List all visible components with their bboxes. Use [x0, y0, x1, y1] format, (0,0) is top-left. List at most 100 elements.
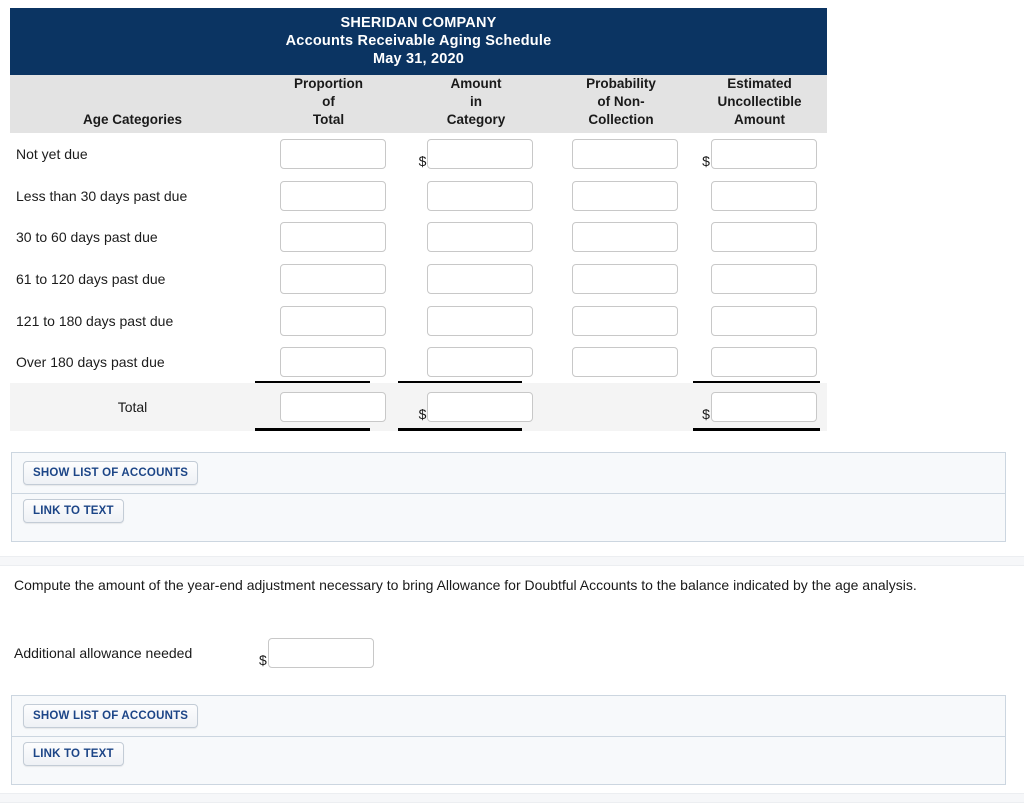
total-cell-proportion: $ [255, 392, 402, 423]
total-input-proportion-of-total[interactable] [279, 392, 386, 423]
cell-proportion-of-total: $ [255, 222, 402, 253]
cell-proportion-of-total: $ [255, 263, 402, 294]
input-proportion-of-total-row-3[interactable] [279, 222, 386, 253]
row-label: Over 180 days past due [16, 354, 165, 371]
cell-amount-in-category: $ [402, 180, 550, 211]
cell-proportion-of-total: $ [255, 180, 402, 211]
question-2-action-panel: SHOW LIST OF ACCOUNTS LINK TO TEXT [11, 695, 1006, 785]
show-list-of-accounts-button-1[interactable]: SHOW LIST OF ACCOUNTS [23, 461, 199, 485]
row-label: 30 to 60 days past due [16, 229, 158, 246]
show-list-of-accounts-button-2[interactable]: SHOW LIST OF ACCOUNTS [23, 704, 199, 728]
cell-estimated-uncollectible-amount: $ [692, 347, 827, 378]
company-name: SHERIDAN COMPANY [340, 15, 497, 31]
dollar-sign: $ [702, 152, 710, 169]
schedule-subtitle: Accounts Receivable Aging Schedule [285, 33, 552, 49]
input-probability-of-non-collection-row-5[interactable] [572, 305, 679, 336]
input-proportion-of-total-row-1[interactable] [279, 138, 386, 169]
cell-amount-in-category: $ [402, 222, 550, 253]
dollar-sign: $ [418, 152, 427, 169]
cell-proportion-of-total: $ [255, 347, 402, 378]
cell-probability-of-non-collection: $ [550, 263, 692, 294]
input-amount-in-category-row-6[interactable] [427, 347, 534, 378]
cell-probability-of-non-collection: $ [550, 180, 692, 211]
bottom-divider [0, 793, 1024, 803]
table-row: 61 to 120 days past due$$$$ [10, 258, 827, 300]
column-header-probability-of-non-collection: Probability of Non- Collection [586, 76, 656, 127]
link-to-text-row-2: LINK TO TEXT [12, 736, 1005, 784]
table-row: Over 180 days past due$$$$ [10, 341, 827, 383]
cell-probability-of-non-collection: $ [550, 305, 692, 336]
column-header-amount-in-category: Amount in Category [446, 76, 506, 127]
table-row: Not yet due $ $ $ $ [10, 133, 827, 175]
table-body: Not yet due$$$$Less than 30 days past du… [10, 133, 827, 384]
input-probability-of-non-collection-row-4[interactable] [572, 263, 679, 294]
cell-probability-of-non-collection: $ [550, 222, 692, 253]
show-list-row-2: SHOW LIST OF ACCOUNTS [12, 696, 1005, 736]
cell-probability-of-non-collection: $ [550, 347, 692, 378]
aging-schedule-table: SHERIDAN COMPANY Accounts Receivable Agi… [10, 8, 827, 432]
table-row: 121 to 180 days past due$$$$ [10, 300, 827, 342]
input-proportion-of-total-row-4[interactable] [279, 263, 386, 294]
input-probability-of-non-collection-row-6[interactable] [572, 347, 679, 378]
input-estimated-uncollectible-amount-row-4[interactable] [710, 263, 817, 294]
table-header-row: Age Categories Proportion of Total Amoun… [10, 75, 827, 133]
table-row: Less than 30 days past due$$$$ [10, 175, 827, 217]
column-header-estimated-uncollectible-amount: Estimated Uncollectible Amount [717, 76, 802, 127]
schedule-action-panel: SHOW LIST OF ACCOUNTS LINK TO TEXT [11, 452, 1006, 542]
total-row: Total $ $ $ [10, 383, 827, 432]
input-estimated-uncollectible-amount-row-1[interactable] [710, 138, 817, 169]
total-input-estimated-uncollectible[interactable] [710, 392, 817, 423]
cell-estimated-uncollectible-amount: $ [692, 222, 827, 253]
input-amount-in-category-row-5[interactable] [427, 305, 534, 336]
dollar-sign-total-amount: $ [418, 406, 427, 423]
input-amount-in-category-row-1[interactable] [427, 138, 534, 169]
total-cell-estimated: $ [692, 392, 827, 423]
additional-allowance-row: Additional allowance needed $ [14, 638, 374, 668]
question-2-section: Compute the amount of the year-end adjus… [14, 576, 1004, 668]
column-header-age-categories: Age Categories [82, 112, 183, 127]
total-cell-amount: $ [402, 392, 550, 423]
total-input-amount-in-category[interactable] [427, 392, 534, 423]
input-probability-of-non-collection-row-3[interactable] [572, 222, 679, 253]
cell-amount-in-category: $ [402, 347, 550, 378]
cell-amount-in-category: $ [402, 138, 550, 169]
cell-estimated-uncollectible-amount: $ [692, 180, 827, 211]
input-amount-in-category-row-3[interactable] [427, 222, 534, 253]
row-label: Not yet due [16, 145, 88, 162]
dollar-sign-additional-allowance: $ [259, 652, 267, 668]
input-estimated-uncollectible-amount-row-6[interactable] [710, 347, 817, 378]
input-proportion-of-total-row-2[interactable] [279, 180, 386, 211]
input-probability-of-non-collection-row-2[interactable] [572, 180, 679, 211]
input-proportion-of-total-row-5[interactable] [279, 305, 386, 336]
cell-amount-in-category: $ [402, 305, 550, 336]
input-proportion-of-total-row-6[interactable] [279, 347, 386, 378]
show-list-row-1: SHOW LIST OF ACCOUNTS [12, 453, 1005, 493]
cell-amount-in-category: $ [402, 263, 550, 294]
section-divider [0, 556, 1024, 566]
input-amount-in-category-row-4[interactable] [427, 263, 534, 294]
additional-allowance-input[interactable] [267, 638, 374, 668]
input-estimated-uncollectible-amount-row-5[interactable] [710, 305, 817, 336]
row-label: Less than 30 days past due [16, 187, 188, 204]
input-estimated-uncollectible-amount-row-2[interactable] [710, 180, 817, 211]
link-to-text-row-1: LINK TO TEXT [12, 493, 1005, 541]
dollar-sign-total-estimated: $ [702, 406, 710, 423]
row-label: 61 to 120 days past due [16, 270, 166, 287]
schedule-date: May 31, 2020 [372, 51, 465, 67]
table-row: 30 to 60 days past due$$$$ [10, 216, 827, 258]
cell-estimated-uncollectible-amount: $ [692, 305, 827, 336]
cell-estimated-uncollectible-amount: $ [692, 138, 827, 169]
cell-estimated-uncollectible-amount: $ [692, 263, 827, 294]
total-label: Total [117, 399, 148, 416]
row-label: 121 to 180 days past due [16, 312, 174, 329]
cell-probability-of-non-collection: $ [550, 138, 692, 169]
input-estimated-uncollectible-amount-row-3[interactable] [710, 222, 817, 253]
link-to-text-button-2[interactable]: LINK TO TEXT [23, 742, 124, 766]
schedule-title-block: SHERIDAN COMPANY Accounts Receivable Agi… [10, 8, 827, 75]
cell-proportion-of-total: $ [255, 305, 402, 336]
cell-proportion-of-total: $ [255, 138, 402, 169]
column-header-proportion-of-total: Proportion of Total [294, 76, 363, 127]
input-amount-in-category-row-2[interactable] [427, 180, 534, 211]
link-to-text-button-1[interactable]: LINK TO TEXT [23, 499, 124, 523]
input-probability-of-non-collection-row-1[interactable] [572, 138, 679, 169]
